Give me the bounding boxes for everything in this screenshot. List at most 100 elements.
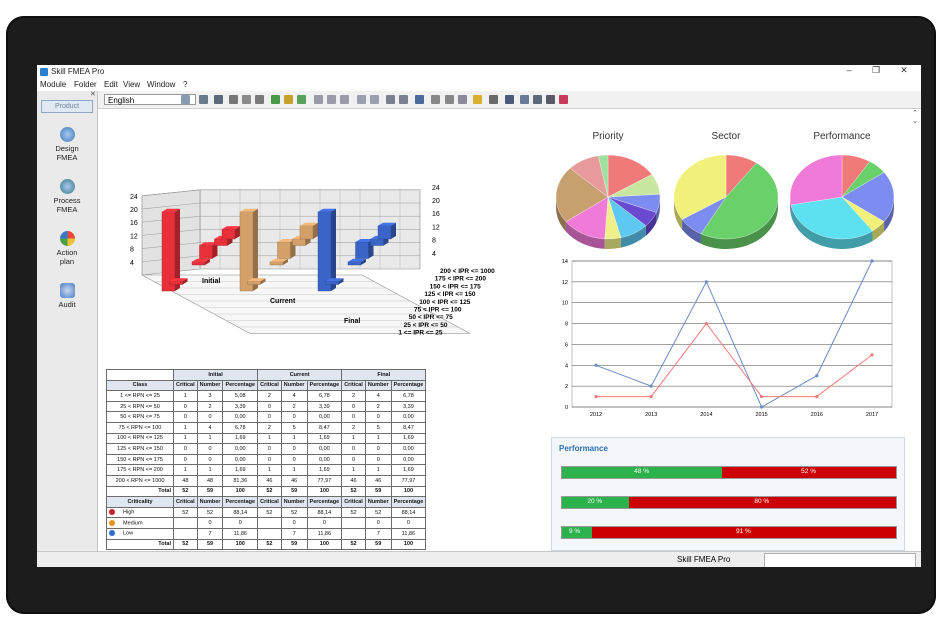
value-cell: 2 [257, 390, 282, 402]
sidebar-item-action-plan[interactable]: Action plan [37, 231, 97, 266]
value-cell: 0 [341, 400, 366, 413]
value-cell: 0 [257, 400, 282, 413]
bar-initial-front [199, 245, 213, 259]
value-cell: 0,00 [222, 443, 259, 455]
chart-icon[interactable] [533, 95, 542, 104]
add-node-icon[interactable] [271, 95, 280, 104]
value-cell: 2 [196, 400, 224, 413]
panel-close-icon[interactable]: ✕ [90, 90, 96, 98]
calculator-icon[interactable] [489, 95, 498, 104]
indent-icon[interactable] [340, 95, 349, 104]
link-icon[interactable] [284, 95, 293, 104]
right-tick-label: 24 [432, 185, 440, 192]
title-bar: Skill FMEA Pro – ❐ ✕ [37, 65, 921, 79]
class-cell: 75 < RPN <= 100 [106, 421, 174, 434]
move-up-icon[interactable] [314, 95, 323, 104]
value-cell: 2 [257, 421, 282, 434]
settings-icon[interactable] [445, 95, 454, 104]
sub-header: Percentage [306, 379, 343, 392]
paste-icon[interactable] [255, 95, 264, 104]
export-icon[interactable] [399, 95, 408, 104]
menu-folder[interactable]: Folder [74, 80, 97, 89]
menu-module[interactable]: Module [40, 80, 66, 89]
value-cell: 5 [280, 421, 308, 434]
content-strip: ⌃ ⌄ [97, 109, 921, 125]
value-cell: 0 [173, 453, 198, 466]
menu-edit[interactable]: Edit [104, 80, 118, 89]
copy-icon[interactable] [242, 95, 251, 104]
group-axis-label: Final [344, 318, 360, 325]
left-tick-label: 20 [130, 207, 138, 214]
collapse-icon[interactable] [370, 95, 379, 104]
sub-header: Percentage [390, 379, 427, 392]
performance-red-label: 80 % [754, 498, 770, 505]
value-cell: 3,39 [390, 400, 427, 413]
folder-icon[interactable] [181, 95, 190, 104]
print-icon[interactable] [214, 95, 223, 104]
bar-final-front [370, 238, 384, 246]
x-tick-label: 2016 [811, 412, 823, 418]
value-cell: 1,69 [390, 432, 427, 445]
table-row: 75 < RPN <= 100 1 4 6,78 2 5 8,47 2 5 8,47 [106, 421, 427, 434]
value-cell: 1 [196, 464, 224, 476]
series-point [594, 363, 598, 367]
history-icon[interactable] [458, 95, 467, 104]
x-tick-label: 2013 [645, 412, 657, 418]
restore-icon[interactable]: ❐ [866, 65, 886, 76]
value-cell: 88,14 [222, 506, 259, 519]
warning-icon[interactable] [473, 95, 482, 104]
sub-header: Percentage [222, 496, 259, 508]
sub-header: Critical [173, 496, 198, 508]
value-cell: 0 [173, 443, 198, 455]
tools-icon[interactable] [546, 95, 555, 104]
value-cell: 0 [341, 453, 366, 466]
menu-window[interactable]: Window [147, 80, 175, 89]
performance-red-label: 91 % [736, 528, 751, 535]
bar-current-front [247, 280, 261, 285]
value-cell: 0 [173, 400, 198, 413]
sidebar-item-audit[interactable]: Audit [37, 283, 97, 309]
process-fmea-icon [59, 179, 75, 194]
value-cell: 4 [280, 390, 308, 402]
bar-final-front [325, 280, 339, 285]
value-cell: 1 [364, 432, 392, 445]
expand-icon[interactable] [357, 95, 366, 104]
value-cell: 77,97 [306, 474, 343, 487]
total-cell: 52 [341, 538, 366, 551]
value-cell: 77,97 [390, 474, 427, 487]
report-icon[interactable] [386, 95, 395, 104]
criticality-cell: Low [106, 527, 174, 540]
category-axis-label: 125 < IPR <= 150 [424, 291, 476, 298]
sidebar-item-process-fmea[interactable]: Process FMEA [37, 179, 97, 214]
save-icon[interactable] [199, 95, 208, 104]
value-cell: 1 [364, 464, 392, 476]
menu-help[interactable]: ? [183, 80, 187, 89]
filter-icon[interactable] [431, 95, 440, 104]
close-icon[interactable]: ✕ [894, 65, 914, 76]
flag-icon[interactable] [559, 95, 568, 104]
class-cell: 25 < RPN <= 50 [106, 400, 174, 413]
tab-product[interactable]: Product [41, 100, 93, 113]
tree-icon[interactable] [297, 95, 306, 104]
value-cell: 0 [196, 453, 224, 466]
x-tick-label: 2017 [866, 412, 878, 418]
criticality-total-row: Total 52 59 100 52 59 100 52 59 100 [106, 538, 427, 551]
search-icon[interactable] [505, 95, 514, 104]
class-cell: 150 < RPN <= 175 [106, 453, 174, 466]
cut-icon[interactable] [229, 95, 238, 104]
left-tick-label: 4 [130, 260, 134, 267]
app-window: Skill FMEA Pro – ❐ ✕ Module Folder Edit … [37, 65, 921, 567]
value-cell: 1 [257, 432, 282, 445]
move-down-icon[interactable] [327, 95, 336, 104]
value-cell: 52 [364, 506, 392, 519]
sidebar-item-design-fmea[interactable]: Design FMEA [37, 127, 97, 162]
minimize-icon[interactable]: – [839, 65, 859, 75]
network-icon[interactable] [520, 95, 529, 104]
value-cell: 0 [280, 453, 308, 466]
total-cell: 52 [341, 485, 366, 498]
value-cell: 88,14 [306, 506, 343, 519]
criticality-cell: Medium [106, 517, 174, 529]
rpn-3d-bar-chart: 4 8 12 16 20 24 4 8 12 16 20 24 Initial Current Final 2… [130, 185, 495, 337]
book-icon[interactable] [415, 95, 424, 104]
menu-view[interactable]: View [123, 80, 140, 89]
